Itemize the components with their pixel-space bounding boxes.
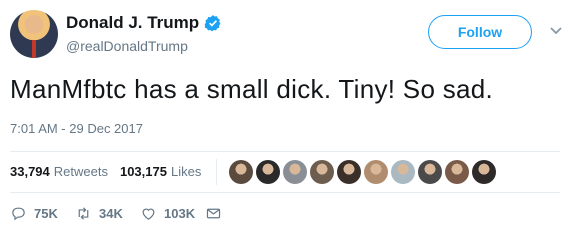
divider-bottom bbox=[10, 192, 560, 193]
liker-avatar[interactable] bbox=[283, 160, 307, 184]
reply-count: 75K bbox=[34, 206, 58, 221]
retweet-count: 34K bbox=[99, 206, 123, 221]
likes-count: 103,175 bbox=[119, 164, 167, 179]
tweet-actions: 75K 34K 103K bbox=[10, 205, 270, 222]
liker-avatar[interactable] bbox=[229, 160, 253, 184]
liker-avatar[interactable] bbox=[418, 160, 442, 184]
reply-icon bbox=[12, 207, 25, 221]
stats-separator bbox=[216, 159, 217, 185]
tweet-timestamp[interactable]: 7:01 AM - 29 Dec 2017 bbox=[10, 121, 143, 136]
retweet-icon bbox=[78, 207, 89, 220]
liker-avatar[interactable] bbox=[391, 160, 415, 184]
avatar-tie bbox=[32, 40, 36, 58]
liker-avatar[interactable] bbox=[364, 160, 388, 184]
liker-avatar[interactable] bbox=[445, 160, 469, 184]
user-handle[interactable]: @realDonaldTrump bbox=[66, 38, 188, 54]
divider-top bbox=[10, 151, 560, 152]
display-name[interactable]: Donald J. Trump bbox=[66, 13, 199, 33]
liker-avatar[interactable] bbox=[310, 160, 334, 184]
user-name-row: Donald J. Trump bbox=[66, 13, 222, 33]
tweet-stats: 33,794 Retweets 103,175 Likes bbox=[10, 164, 213, 179]
likes-label: Likes bbox=[170, 164, 202, 179]
reply-action[interactable]: 75K bbox=[10, 205, 75, 222]
likers-avatars[interactable] bbox=[229, 160, 499, 184]
liker-avatar[interactable] bbox=[256, 160, 280, 184]
retweets-label: Retweets bbox=[53, 164, 108, 179]
liker-avatar[interactable] bbox=[472, 160, 496, 184]
retweet-action[interactable]: 34K bbox=[75, 205, 140, 222]
heart-icon bbox=[142, 208, 155, 220]
envelope-icon bbox=[206, 208, 221, 219]
retweets-count: 33,794 bbox=[10, 164, 50, 179]
follow-button[interactable]: Follow bbox=[428, 15, 532, 49]
retweets-stat[interactable]: 33,794 Retweets bbox=[10, 164, 108, 179]
chevron-down-icon[interactable] bbox=[549, 26, 563, 36]
like-action[interactable]: 103K bbox=[140, 205, 205, 222]
likes-stat[interactable]: 103,175 Likes bbox=[120, 164, 201, 179]
verified-badge-icon bbox=[204, 15, 221, 32]
tweet-text: ManMfbtc has a small dick. Tiny! So sad. bbox=[10, 74, 494, 104]
liker-avatar[interactable] bbox=[337, 160, 361, 184]
message-action[interactable] bbox=[205, 205, 270, 222]
user-avatar[interactable] bbox=[10, 10, 58, 58]
like-count: 103K bbox=[164, 206, 196, 221]
